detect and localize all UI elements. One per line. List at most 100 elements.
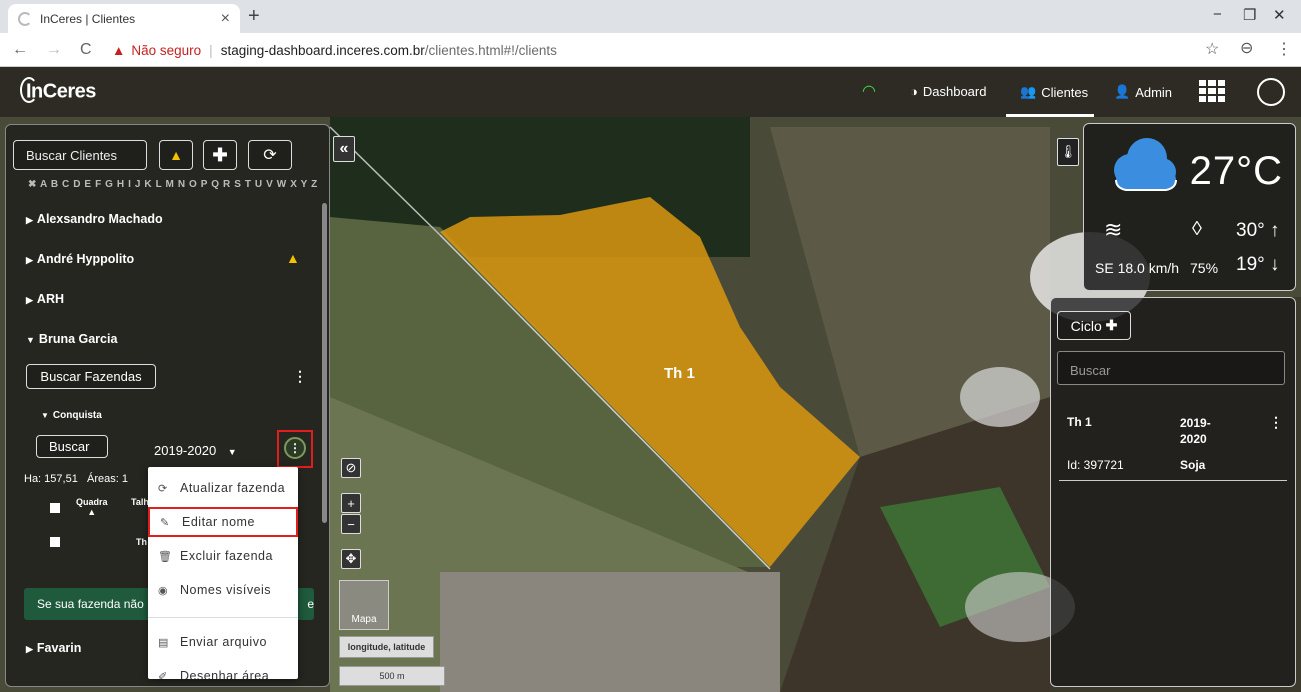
cloud-icon [1114, 138, 1177, 191]
browser-tab[interactable]: InCeres | Clientes × [8, 4, 240, 33]
trash-icon: 🗑 [158, 550, 173, 563]
compass-button[interactable]: ⊘ [341, 458, 361, 478]
security-status[interactable]: Não seguro [131, 43, 201, 58]
browser-menu-icon[interactable]: ⋮ [1276, 39, 1292, 59]
reload-button[interactable]: C [80, 41, 102, 59]
wind-speed: SE 18.0 km/h [1095, 260, 1180, 276]
move-arrows-icon: ✥ [345, 551, 357, 566]
alphabet-filter[interactable]: ✖ A B C D E F G H I J K L M N O P Q R S … [28, 179, 318, 190]
wind-icon: ≋ [1104, 217, 1123, 242]
column-quadra[interactable]: Quadra ▲ [76, 497, 108, 517]
nav-dashboard[interactable]: ◑ Dashboard [910, 84, 986, 99]
nav-clientes[interactable]: 👥 Clientes [1020, 84, 1088, 100]
refresh-clients-button[interactable]: ⟳ [248, 140, 292, 170]
field-label[interactable]: Th 1 [664, 365, 695, 382]
apps-grid-icon[interactable] [1199, 80, 1225, 102]
menu-item-draw-area[interactable]: ✐ Desenhar área [148, 661, 298, 679]
fields-panel: Ciclo ✚ Buscar Th 1 2019- 2020 ⋮ Id: 3977… [1050, 297, 1296, 687]
search-farms-input[interactable]: Buscar Fazendas [26, 364, 156, 389]
bookmark-star-icon[interactable]: ☆ [1205, 39, 1219, 59]
menu-item-upload-file[interactable]: ▤ Enviar arquivo [148, 627, 298, 657]
users-icon: 👥 [1020, 84, 1037, 99]
tab-close-icon[interactable]: × [221, 10, 230, 28]
plus-icon: ✚ [1105, 317, 1118, 333]
client-item[interactable]: ▶ ARH [26, 292, 64, 306]
add-client-button[interactable]: ✚ [203, 140, 237, 170]
zoom-in-button[interactable]: + [341, 493, 361, 513]
menu-item-delete-farm[interactable]: 🗑 Excluir fazenda [148, 541, 298, 571]
add-cycle-button[interactable]: Ciclo ✚ [1057, 311, 1131, 340]
client-item[interactable]: ▶ Alexsandro Machado [26, 212, 163, 226]
wifi-icon: ◠ [862, 83, 876, 100]
window-close-button[interactable]: ✕ [1273, 6, 1286, 24]
fields-search-input[interactable]: Buscar [1057, 351, 1285, 385]
row-checkbox[interactable] [50, 537, 60, 547]
min-temperature: 19° ↓ [1236, 254, 1280, 275]
menu-item-visible-names[interactable]: ◉ Nomes visíveis [148, 575, 298, 605]
eye-icon: ◉ [158, 584, 169, 597]
search-clients-input[interactable]: Buscar Clientes [13, 140, 147, 170]
season-select[interactable]: 2019-2020 ▼ [154, 443, 237, 458]
column-talhao[interactable]: Talh [131, 497, 149, 507]
client-item-expanded[interactable]: ▼ Bruna Garcia [26, 332, 117, 346]
zoom-out-button[interactable]: − [341, 514, 361, 534]
browser-tab-bar: InCeres | Clientes × + − ❐ ✕ [0, 0, 1301, 33]
url-domain: staging-dashboard.inceres.com.br [220, 42, 425, 58]
menu-item-update-farm[interactable]: ⟳ Atualizar fazenda [148, 473, 298, 503]
humidity: 75% [1190, 260, 1219, 276]
vertical-dots-icon: ⋮ [289, 441, 301, 455]
map-layer-toggle[interactable]: Mapa [339, 580, 389, 630]
url-field[interactable]: ▲ Não seguro | staging-dashboard.inceres… [112, 37, 557, 63]
client-item[interactable]: ▶ André Hyppolito [26, 252, 134, 266]
farm-item-expanded[interactable]: ▼ Conquista [41, 410, 102, 421]
field-id: Id: 397721 [1067, 458, 1124, 472]
user-avatar-icon[interactable] [1257, 78, 1285, 106]
menu-item-edit-name[interactable]: ✎ Editar nome [148, 507, 298, 537]
field-season: 2019- 2020 [1180, 416, 1211, 446]
back-button[interactable]: ← [12, 41, 34, 59]
profile-icon[interactable]: ⊖ [1240, 38, 1253, 58]
pan-button[interactable]: ✥ [341, 549, 361, 569]
refresh-icon: ⟳ [158, 482, 168, 495]
warning-filter-button[interactable]: ▲ [159, 140, 193, 170]
humidity-drop-icon: ◊ [1192, 218, 1202, 240]
warning-triangle-icon: ▲ [112, 42, 126, 58]
thermometer-icon: 🌡 [1059, 144, 1077, 159]
thermometer-button[interactable]: 🌡 [1057, 138, 1079, 166]
window-maximize-button[interactable]: ❐ [1243, 6, 1256, 24]
user-plus-icon: 👤 [1114, 84, 1131, 99]
field-search-input[interactable]: Buscar [36, 435, 108, 458]
window-minimize-button[interactable]: − [1213, 6, 1222, 23]
scale-bar: 500 m [339, 666, 445, 686]
warning-icon: ▲ [169, 147, 183, 163]
farm-options-menu: ⟳ Atualizar fazenda ✎ Editar nome 🗑 Excluir… [148, 467, 298, 679]
client-item[interactable]: ▶ Favarin [26, 641, 81, 655]
nav-admin[interactable]: 👤 Admin [1114, 84, 1172, 100]
app-header: InCeres [0, 67, 1301, 117]
field-name[interactable]: Th 1 [1067, 415, 1092, 429]
compass-icon: ⊘ [345, 460, 357, 475]
double-chevron-left-icon: « [339, 140, 349, 157]
field-divider [1059, 480, 1287, 481]
forward-button[interactable]: → [46, 41, 68, 59]
new-tab-button[interactable]: + [248, 5, 260, 28]
client-warning-icon: ▲ [286, 250, 300, 266]
farm-options-button[interactable]: ⋮ [284, 437, 306, 459]
field-options-icon[interactable]: ⋮ [1269, 414, 1283, 431]
select-all-checkbox[interactable] [50, 503, 60, 513]
address-bar: ← → C ▲ Não seguro | staging-dashboard.i… [0, 33, 1301, 67]
field-crop: Soja [1180, 458, 1206, 472]
logo-ring-icon [20, 77, 38, 103]
menu-divider [148, 617, 298, 618]
table-cell: Th [136, 537, 147, 547]
panel-scrollbar[interactable] [322, 203, 327, 523]
client-options-icon[interactable]: ⋮ [293, 368, 307, 385]
collapse-panel-button[interactable]: « [333, 136, 355, 162]
active-nav-indicator [1006, 114, 1094, 117]
max-temperature: 30° ↑ [1236, 220, 1280, 241]
farm-hectares: Ha: 157,51 Áreas: 1 [24, 473, 128, 485]
coordinates-display: longitude, latitude [339, 636, 434, 658]
plus-icon: ✚ [212, 144, 228, 165]
app-logo[interactable]: InCeres [20, 77, 96, 105]
file-icon: ▤ [158, 636, 169, 649]
